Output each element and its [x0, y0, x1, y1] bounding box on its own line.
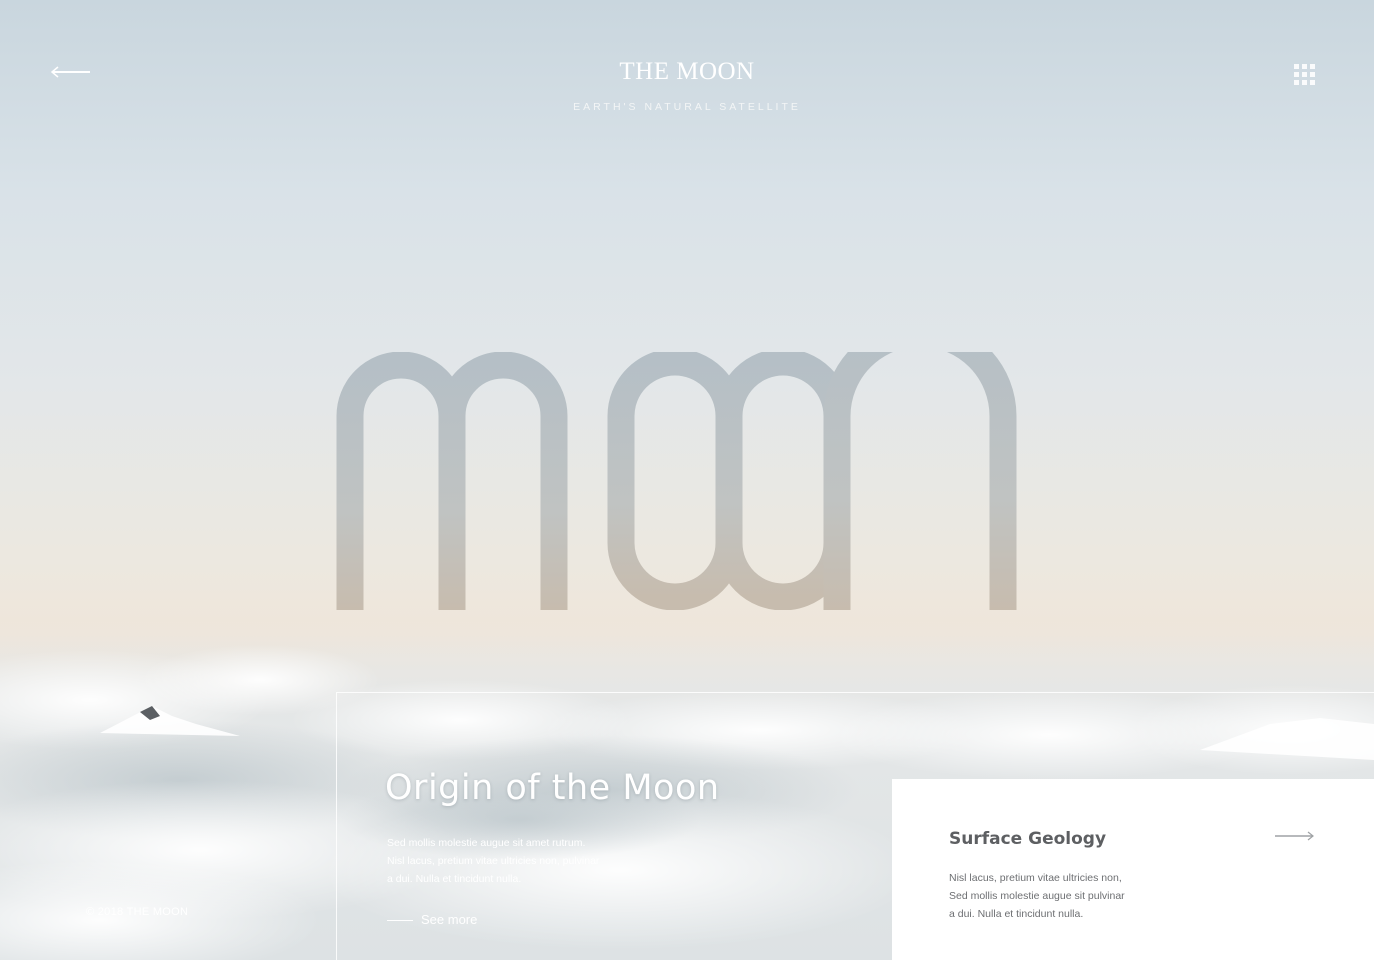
card-body: Nisl lacus, pretium vitae ultricies non,… — [949, 869, 1209, 923]
site-subtitle: EARTH'S NATURAL SATELLITE — [573, 101, 801, 113]
card-title: Surface Geology — [949, 829, 1107, 849]
feature-body: Sed mollis molestie augue sit amet rutru… — [387, 834, 687, 888]
card-body-line: a dui. Nulla et tincidunt nulla. — [949, 908, 1084, 920]
see-more-label: See more — [421, 912, 478, 927]
moon-wordmark-logo: moon — [336, 352, 1017, 610]
feature-body-line: Nisl lacus, pretium vitae ultricies non,… — [387, 855, 600, 867]
feature-body-line: Sed mollis molestie augue sit amet rutru… — [387, 837, 586, 849]
feature-body-line: a dui. Nulla et tincidunt nulla. — [387, 873, 522, 885]
copyright-text: © 2018 THE MOON — [86, 906, 189, 918]
feature-title: Origin of the Moon — [385, 768, 720, 808]
card-body-line: Sed mollis molestie augue sit pulvinar — [949, 890, 1125, 902]
see-more-link[interactable]: See more — [387, 912, 477, 927]
site-title[interactable]: THE MOON — [0, 58, 1374, 86]
arrow-right-icon[interactable] — [1273, 829, 1317, 843]
grid-menu-icon[interactable] — [1292, 62, 1318, 88]
surface-geology-card[interactable]: Surface Geology Nisl lacus, pretium vita… — [892, 779, 1374, 960]
card-body-line: Nisl lacus, pretium vitae ultricies non, — [949, 872, 1122, 884]
line-dash-icon — [387, 919, 413, 922]
